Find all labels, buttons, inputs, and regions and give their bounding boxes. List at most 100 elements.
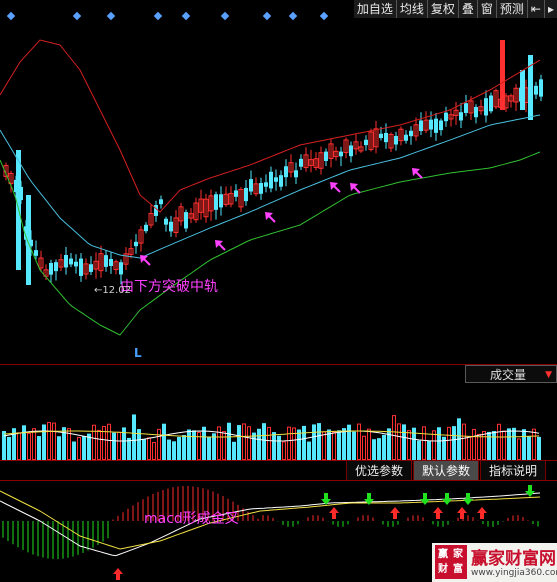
candle-body — [409, 130, 413, 137]
volume-bar — [402, 424, 406, 460]
candle-body — [394, 135, 398, 145]
volume-bar — [437, 427, 441, 460]
volume-bar — [417, 440, 421, 460]
candle-body — [219, 194, 223, 208]
volume-bar — [77, 436, 81, 460]
candle-body — [520, 70, 525, 110]
volume-bar — [242, 423, 246, 460]
volume-bar — [107, 423, 111, 460]
volume-bar — [42, 424, 46, 460]
volume-bar — [467, 436, 471, 460]
candle-body — [184, 212, 188, 229]
low-marker-label: L — [134, 346, 142, 360]
candle-body — [34, 250, 38, 256]
volume-bar — [157, 428, 161, 460]
volume-bar — [292, 427, 296, 460]
volume-bar — [187, 429, 191, 460]
volume-bar — [497, 423, 501, 460]
volume-bar — [237, 425, 241, 460]
volume-bar — [302, 425, 306, 460]
volume-bar — [97, 429, 101, 460]
candle-body — [299, 158, 303, 167]
volume-bar — [362, 435, 366, 460]
volume-bar — [422, 426, 426, 460]
volume-bar — [222, 431, 226, 460]
candle-body — [434, 118, 438, 133]
volume-bar — [132, 414, 136, 460]
volume-bar — [377, 438, 381, 460]
volume-bar — [527, 436, 531, 460]
red-up-arrow-icon — [477, 507, 487, 519]
volume-bar — [367, 428, 371, 460]
volume-bar — [147, 437, 151, 460]
volume-bar — [47, 422, 51, 460]
volume-bar — [272, 432, 276, 460]
volume-bar — [252, 432, 256, 460]
volume-bar — [462, 423, 466, 460]
candle-body — [104, 255, 108, 267]
volume-bar — [232, 441, 236, 460]
volume-bar — [407, 430, 411, 460]
green-down-arrow-icon — [463, 493, 473, 505]
candle-body — [284, 166, 288, 178]
candle-body — [159, 199, 163, 205]
volume-bar — [207, 437, 211, 460]
candle-body — [489, 95, 493, 112]
candle-body — [134, 241, 138, 247]
breakout-annotation: 由下方突破中轨 — [120, 279, 218, 295]
volume-bar — [317, 423, 321, 460]
volume-bar — [427, 441, 431, 460]
volume-bar — [92, 424, 96, 460]
price-marker-label: ←12.02 — [94, 285, 132, 296]
volume-bar — [342, 428, 346, 460]
candle-body — [404, 134, 408, 141]
volume-bar — [382, 434, 386, 460]
volume-bar — [7, 436, 11, 460]
tab-indicator-help[interactable]: 指标说明 — [480, 460, 547, 480]
volume-bar — [487, 431, 491, 460]
candle-body — [364, 139, 368, 146]
candle-body — [119, 262, 123, 275]
volume-bar — [162, 423, 166, 460]
volume-bar — [432, 430, 436, 460]
red-up-arrow-icon — [433, 507, 443, 519]
volume-bar — [352, 431, 356, 460]
tab-optimized-params[interactable]: 优选参数 — [346, 460, 413, 480]
volume-select-label: 成交量 — [490, 368, 527, 382]
candle-body — [269, 171, 273, 189]
volume-bar — [517, 438, 521, 460]
candle-body — [249, 179, 253, 192]
volume-bar — [117, 431, 121, 460]
candle-body — [349, 145, 353, 157]
volume-bar — [347, 424, 351, 460]
candle-body — [484, 98, 488, 116]
candle-body — [429, 119, 433, 130]
candle-body — [74, 261, 78, 267]
candle-body — [294, 170, 298, 178]
volume-bar — [392, 415, 396, 460]
macd-dea-line — [0, 490, 541, 550]
candle-body — [379, 133, 383, 139]
volume-bar — [202, 426, 206, 460]
candle-body — [259, 183, 263, 194]
volume-indicator-select[interactable]: 成交量 ▼ — [465, 365, 557, 383]
volume-bar — [17, 432, 21, 460]
candle-body — [64, 254, 68, 268]
candle-body — [169, 221, 173, 232]
volume-bar — [452, 426, 456, 460]
candle-body — [264, 182, 268, 187]
volume-bar — [142, 438, 146, 460]
price-chart[interactable] — [0, 0, 557, 365]
indicator-tabs: 优选参数 默认参数 指标说明 — [346, 460, 547, 480]
volume-chart[interactable] — [0, 400, 557, 460]
volume-bar — [532, 428, 536, 460]
volume-bar — [267, 426, 271, 460]
volume-bar — [22, 425, 26, 460]
volume-bar — [277, 435, 281, 460]
red-up-arrow-icon — [329, 507, 339, 519]
candle-body — [459, 112, 463, 121]
volume-bar — [537, 436, 541, 460]
candle-body — [539, 79, 543, 97]
red-up-arrow-icon — [390, 507, 400, 519]
tab-default-params[interactable]: 默认参数 — [413, 460, 480, 480]
